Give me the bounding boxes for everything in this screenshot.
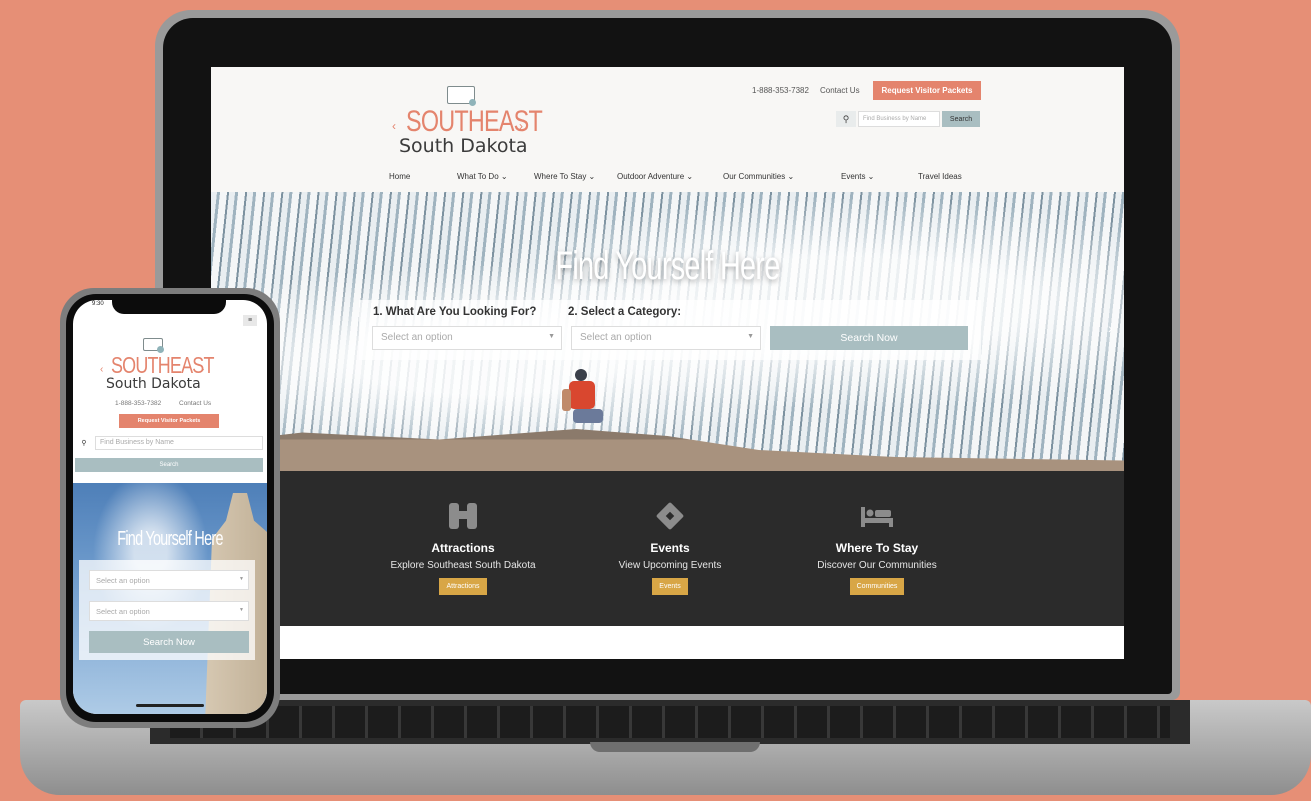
home-indicator (136, 704, 204, 707)
mobile-website: ≡ ‹ SOUTHEAST › South Dakota 1-888-353-7… (73, 300, 267, 714)
nav-events[interactable]: Events ⌄ (841, 172, 874, 181)
hero-finder: 1. What Are You Looking For? 2. Select a… (359, 300, 981, 360)
nav-travel-ideas[interactable]: Travel Ideas (918, 172, 962, 181)
business-search-input[interactable]: Find Business by Name (858, 111, 940, 127)
bed-icon (857, 501, 897, 531)
mobile-looking-for-select[interactable]: Select an option ▼ (89, 570, 249, 590)
main-nav: Home What To Do ⌄ Where To Stay ⌄ Outdoo… (211, 167, 1124, 189)
feature-title: Events (650, 541, 690, 555)
feature-panel: Attractions Explore Southeast South Dako… (211, 471, 1124, 626)
category-select-value: Select an option (580, 332, 652, 343)
mobile-search-button[interactable]: Search (75, 458, 263, 472)
nav-where-to-stay[interactable]: Where To Stay ⌄ (534, 172, 595, 181)
search-icon: ⚲ (81, 440, 87, 447)
nav-our-communities[interactable]: Our Communities ⌄ (723, 172, 794, 181)
chevron-down-icon: ▼ (747, 333, 754, 340)
mobile-select-value: Select an option (96, 607, 150, 616)
ticket-icon (650, 501, 690, 531)
status-bar-time: 9:30 (92, 301, 104, 307)
laptop-trackpad-notch (590, 742, 760, 752)
mobile-logo-south-dakota[interactable]: South Dakota (106, 376, 201, 392)
nav-outdoor-adventure[interactable]: Outdoor Adventure ⌄ (617, 172, 693, 181)
mobile-hero-finder: Select an option ▼ Select an option ▼ Se… (79, 560, 255, 660)
logo-flag-icon (143, 338, 164, 353)
feature-subtitle: Discover Our Communities (817, 560, 937, 571)
contact-us-link[interactable]: Contact Us (820, 86, 860, 95)
attractions-button[interactable]: Attractions (439, 578, 487, 595)
search-now-button[interactable]: Search Now (770, 326, 968, 350)
desktop-website: ‹ SOUTHEAST › South Dakota 1-888-353-738… (211, 67, 1124, 659)
mobile-request-packets-button[interactable]: Request Visitor Packets (119, 414, 219, 428)
events-button[interactable]: Events (652, 578, 688, 595)
chevron-down-icon: ▼ (548, 333, 555, 340)
looking-for-select[interactable]: Select an option ▼ (372, 326, 562, 350)
feature-subtitle: View Upcoming Events (618, 560, 722, 571)
page-footer-strip (211, 626, 1124, 659)
category-select[interactable]: Select an option ▼ (571, 326, 761, 350)
feature-where-to-stay: Where To Stay Discover Our Communities C… (777, 471, 977, 595)
phone-number-link[interactable]: 1-888-353-7382 (752, 86, 809, 95)
mobile-category-select[interactable]: Select an option ▼ (89, 601, 249, 621)
mobile-phone-link[interactable]: 1-888-353-7382 (115, 400, 161, 407)
feature-subtitle: Explore Southeast South Dakota (390, 560, 536, 571)
looking-for-select-value: Select an option (381, 332, 453, 343)
mobile-select-value: Select an option (96, 576, 150, 585)
hamburger-menu-icon[interactable]: ≡ (243, 315, 257, 326)
nav-what-to-do[interactable]: What To Do ⌄ (457, 172, 508, 181)
phone-notch (112, 300, 226, 314)
mobile-hero-title: Find Yourself Here (117, 528, 223, 550)
finder-label-category: 2. Select a Category: (568, 306, 682, 318)
feature-title: Attractions (431, 541, 495, 555)
mobile-hero-image: Find Yourself Here Select an option ▼ Se… (73, 483, 267, 714)
chevron-down-icon: ▼ (239, 576, 244, 582)
carousel-next-icon[interactable]: › (1108, 320, 1120, 336)
logo-south-dakota[interactable]: South Dakota (399, 135, 528, 157)
logo-right-arrow-icon: › (201, 364, 205, 375)
laptop-keyboard (170, 706, 1170, 738)
mobile-logo-southeast[interactable]: SOUTHEAST (111, 352, 214, 379)
mobile-contact-link[interactable]: Contact Us (179, 400, 211, 407)
search-icon: ⚲ (836, 111, 856, 127)
logo-left-arrow-icon: ‹ (100, 364, 104, 375)
feature-events: Events View Upcoming Events Events (570, 471, 770, 595)
binoculars-icon (443, 501, 483, 531)
feature-title: Where To Stay (835, 541, 919, 555)
request-visitor-packets-button[interactable]: Request Visitor Packets (873, 81, 981, 100)
logo-flag-icon (447, 86, 476, 106)
mobile-business-search-input[interactable]: Find Business by Name (95, 436, 263, 450)
hero-waterfall-image: Find Yourself Here 1. What Are You Looki… (211, 192, 1124, 471)
nav-home[interactable]: Home (389, 172, 410, 181)
mobile-search-now-button[interactable]: Search Now (89, 631, 249, 653)
feature-attractions: Attractions Explore Southeast South Dako… (363, 471, 563, 595)
hero-person-figure (562, 369, 603, 423)
hero-rocks (211, 429, 1124, 471)
logo-left-arrow-icon: ‹ (392, 119, 396, 133)
finder-label-looking-for: 1. What Are You Looking For? (373, 306, 537, 318)
hero-title: Find Yourself Here (555, 244, 781, 288)
logo-right-arrow-icon: › (519, 119, 523, 133)
site-header: ‹ SOUTHEAST › South Dakota 1-888-353-738… (211, 67, 1124, 192)
communities-button[interactable]: Communities (849, 578, 905, 595)
chevron-down-icon: ▼ (239, 607, 244, 613)
search-button[interactable]: Search (942, 111, 980, 127)
